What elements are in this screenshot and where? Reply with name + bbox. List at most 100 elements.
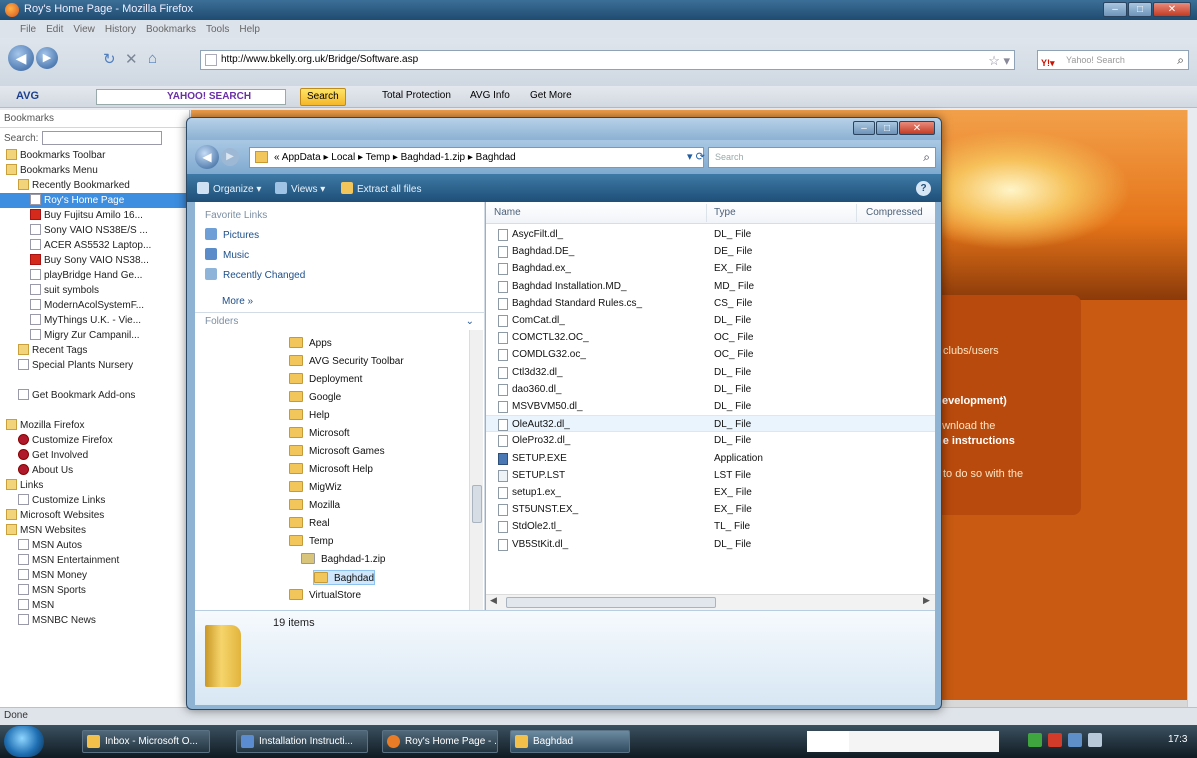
url-bar[interactable]: http://www.bkelly.org.uk/Bridge/Software… xyxy=(200,50,1015,70)
sidebar-search-input[interactable] xyxy=(42,131,163,145)
explorer-minimize-button[interactable]: – xyxy=(853,121,875,135)
bookmark-item[interactable]: Recent Tags xyxy=(0,343,189,358)
more-link[interactable]: More » xyxy=(222,296,253,307)
bookmark-item[interactable]: ModernAcolSystemF... xyxy=(0,298,189,313)
avg-search-button[interactable]: Search xyxy=(300,88,346,106)
table-row[interactable]: OleAut32.dl_ DL_ File xyxy=(486,415,935,433)
folder-tree-item[interactable]: Baghdad-1.zip xyxy=(301,552,386,567)
table-row[interactable]: Baghdad.ex_ EX_ File xyxy=(486,260,935,277)
table-row[interactable]: Baghdad Standard Rules.cs_ CS_ File xyxy=(486,295,935,312)
folder-tree-item[interactable]: AVG Security Toolbar xyxy=(289,354,404,369)
yahoo-search-box[interactable]: Y!▾ Yahoo! Search ⌕ xyxy=(1037,50,1189,70)
table-row[interactable]: MSVBVM50.dl_ DL_ File xyxy=(486,398,935,415)
bookmark-item[interactable]: Customize Links xyxy=(0,493,189,508)
avg-logo[interactable]: AVG xyxy=(16,90,39,102)
tray-green-icon[interactable] xyxy=(1028,733,1042,747)
tray-red-icon[interactable] xyxy=(1048,733,1062,747)
search-icon[interactable]: ⌕ xyxy=(1177,51,1184,69)
fav-link-music[interactable]: Music xyxy=(205,248,249,262)
folder-tree-item[interactable]: Temp xyxy=(289,534,333,549)
maximize-button[interactable]: □ xyxy=(1128,2,1152,17)
back-button[interactable]: ◀ xyxy=(8,45,34,71)
reload-icon[interactable]: ↻ xyxy=(103,50,116,68)
explorer-search-input[interactable]: Search ⌕ xyxy=(708,147,936,168)
table-row[interactable]: AsycFilt.dl_ DL_ File xyxy=(486,226,935,243)
table-row[interactable]: dao360.dl_ DL_ File xyxy=(486,381,935,398)
hscrollbar-thumb[interactable] xyxy=(506,597,716,608)
minimize-button[interactable]: – xyxy=(1103,2,1127,17)
nav-scrollbar[interactable] xyxy=(469,330,483,610)
avg-info-button[interactable]: AVG Info xyxy=(470,90,510,101)
back-button[interactable]: ◀ xyxy=(195,145,219,169)
menu-item-file[interactable]: File xyxy=(20,24,36,35)
forward-button[interactable]: ▶ xyxy=(36,47,58,69)
bookmark-item[interactable]: About Us xyxy=(0,463,189,478)
taskbar-button-inbox[interactable]: Inbox - Microsoft O... xyxy=(82,730,210,753)
breadcrumb[interactable]: « AppData ▸ Local ▸ Temp ▸ Baghdad-1.zip… xyxy=(249,147,704,168)
table-row[interactable]: Baghdad.DE_ DE_ File xyxy=(486,243,935,260)
table-row[interactable]: setup1.ex_ EX_ File xyxy=(486,484,935,501)
folder-tree-item[interactable]: Real xyxy=(289,516,330,531)
bookmark-item[interactable]: MSN Sports xyxy=(0,583,189,598)
bookmark-item[interactable]: MSN Autos xyxy=(0,538,189,553)
bookmark-item[interactable]: MSN Entertainment xyxy=(0,553,189,568)
explorer-maximize-button[interactable]: □ xyxy=(876,121,898,135)
column-header-name[interactable]: Name xyxy=(494,207,521,218)
bookmark-item[interactable]: MSN Money xyxy=(0,568,189,583)
start-button[interactable] xyxy=(4,726,44,757)
bookmark-item[interactable]: Buy Fujitsu Amilo 16... xyxy=(0,208,189,223)
bookmark-item[interactable]: Bookmarks Menu xyxy=(0,163,189,178)
menu-item-help[interactable]: Help xyxy=(239,24,260,35)
bookmark-item[interactable]: MSNBC News xyxy=(0,613,189,628)
bookmark-item[interactable]: MSN xyxy=(0,598,189,613)
taskbar-button-baghdad[interactable]: Baghdad xyxy=(510,730,630,753)
table-row[interactable]: COMCTL32.OC_ OC_ File xyxy=(486,329,935,346)
search-icon[interactable]: ⌕ xyxy=(923,148,930,167)
instructions-link[interactable]: he instructions xyxy=(936,435,1015,447)
folder-tree-item[interactable]: Microsoft Games xyxy=(289,444,385,459)
menu-item-bookmarks[interactable]: Bookmarks xyxy=(146,24,196,35)
views-button[interactable]: Views ▾ xyxy=(275,182,325,195)
table-row[interactable]: SETUP.LST LST File xyxy=(486,467,935,484)
bookmark-item[interactable]: ACER AS5532 Laptop... xyxy=(0,238,189,253)
organize-button[interactable]: Organize ▾ xyxy=(197,182,261,195)
folder-tree-item[interactable]: Microsoft Help xyxy=(289,462,373,477)
table-row[interactable]: Ctl3d32.dl_ DL_ File xyxy=(486,364,935,381)
bookmark-item[interactable]: Migry Zur Campanil... xyxy=(0,328,189,343)
folder-tree-item[interactable]: Baghdad xyxy=(313,570,376,585)
clock[interactable]: 17:3 xyxy=(1168,734,1187,745)
folder-tree-item[interactable]: Deployment xyxy=(289,372,362,387)
table-row[interactable]: ST5UNST.EX_ EX_ File xyxy=(486,501,935,518)
bookmark-item[interactable]: Bookmarks Toolbar xyxy=(0,148,189,163)
bookmark-item[interactable]: Roy's Home Page xyxy=(0,193,189,208)
table-row[interactable]: Baghdad Installation.MD_ MD_ File xyxy=(486,278,935,295)
network-icon[interactable] xyxy=(1068,733,1082,747)
column-header-compressed[interactable]: Compressed xyxy=(866,207,923,218)
menu-item-tools[interactable]: Tools xyxy=(206,24,229,35)
folder-tree-item[interactable]: Microsoft xyxy=(289,426,350,441)
chevron-down-icon[interactable]: ⌄ xyxy=(466,313,474,331)
folder-tree-item[interactable]: Mozilla xyxy=(289,498,340,513)
avg-search-input[interactable]: YAHOO! SEARCH xyxy=(96,89,286,105)
help-icon[interactable]: ? xyxy=(916,181,931,196)
folder-tree-item[interactable]: VirtualStore xyxy=(289,588,361,603)
taskbar-button-firefox[interactable]: Roy's Home Page - ... xyxy=(382,730,498,753)
fav-link-pictures[interactable]: Pictures xyxy=(205,228,259,242)
taskbar-button-instructions[interactable]: Installation Instructi... xyxy=(236,730,368,753)
column-divider[interactable] xyxy=(856,204,857,222)
bookmark-item[interactable]: Special Plants Nursery xyxy=(0,358,189,373)
table-row[interactable]: SETUP.EXE Application xyxy=(486,450,935,467)
bookmark-item[interactable]: playBridge Hand Ge... xyxy=(0,268,189,283)
folder-tree-item[interactable]: MigWiz xyxy=(289,480,342,495)
folder-tree-item[interactable]: Help xyxy=(289,408,330,423)
extract-all-button[interactable]: Extract all files xyxy=(341,182,421,195)
bookmark-item[interactable]: MyThings U.K. - Vie... xyxy=(0,313,189,328)
bookmark-item[interactable]: Microsoft Websites xyxy=(0,508,189,523)
nav-scrollbar-thumb[interactable] xyxy=(472,485,482,523)
scroll-left-arrow[interactable]: ◀ xyxy=(490,595,497,606)
home-icon[interactable]: ⌂ xyxy=(148,50,157,67)
menu-item-edit[interactable]: Edit xyxy=(46,24,63,35)
bookmark-item[interactable]: Get Bookmark Add-ons xyxy=(0,388,189,403)
bookmark-star-icon[interactable]: ☆ ▾ xyxy=(988,52,1010,70)
explorer-close-button[interactable]: ✕ xyxy=(899,121,935,135)
